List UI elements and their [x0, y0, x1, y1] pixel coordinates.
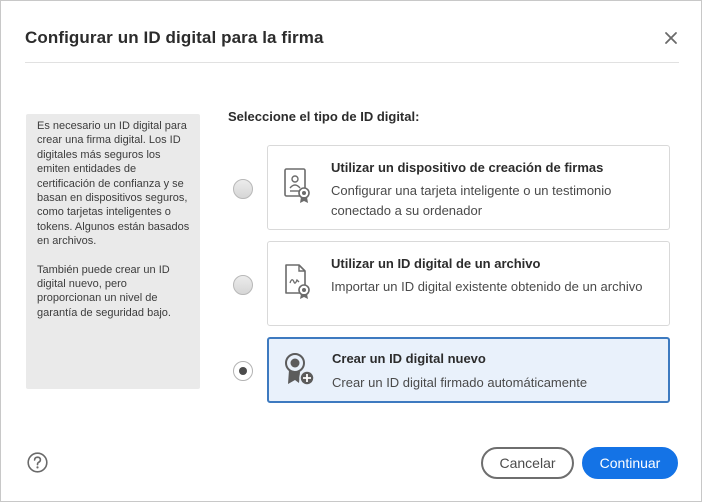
option-new-digital-id[interactable]: Crear un ID digital nuevo Crear un ID di… [267, 337, 670, 403]
option-title: Utilizar un dispositivo de creación de f… [331, 160, 604, 175]
close-icon[interactable] [661, 28, 681, 48]
dialog-title: Configurar un ID digital para la firma [25, 28, 324, 47]
radio-signature-device[interactable] [233, 179, 253, 199]
info-paragraph-1: Es necesario un ID digital para crear un… [37, 120, 190, 248]
help-icon[interactable] [27, 452, 48, 473]
digital-id-dialog: Configurar un ID digital para la firma E… [0, 0, 702, 502]
option-description: Importar un ID digital existente obtenid… [331, 279, 643, 294]
info-panel: Es necesario un ID digital para crear un… [26, 114, 200, 389]
title-divider [25, 62, 679, 63]
cancel-button[interactable]: Cancelar [481, 447, 574, 479]
digital-id-file-icon [282, 264, 316, 300]
continue-button[interactable]: Continuar [582, 447, 678, 479]
option-title: Crear un ID digital nuevo [332, 351, 486, 366]
option-digital-id-file[interactable]: Utilizar un ID digital de un archivo Imp… [267, 241, 670, 326]
option-description: Configurar una tarjeta inteligente o un … [331, 183, 612, 218]
signature-device-icon [282, 168, 316, 204]
option-signature-device[interactable]: Utilizar un dispositivo de creación de f… [267, 145, 670, 230]
new-digital-id-icon [283, 352, 317, 388]
info-paragraph-2: También puede crear un ID digital nuevo,… [37, 263, 171, 319]
radio-new-digital-id[interactable] [233, 361, 253, 381]
option-description: Crear un ID digital firmado automáticame… [332, 375, 588, 390]
radio-digital-id-file[interactable] [233, 275, 253, 295]
section-label: Seleccione el tipo de ID digital: [228, 109, 420, 124]
option-title: Utilizar un ID digital de un archivo [331, 256, 541, 271]
